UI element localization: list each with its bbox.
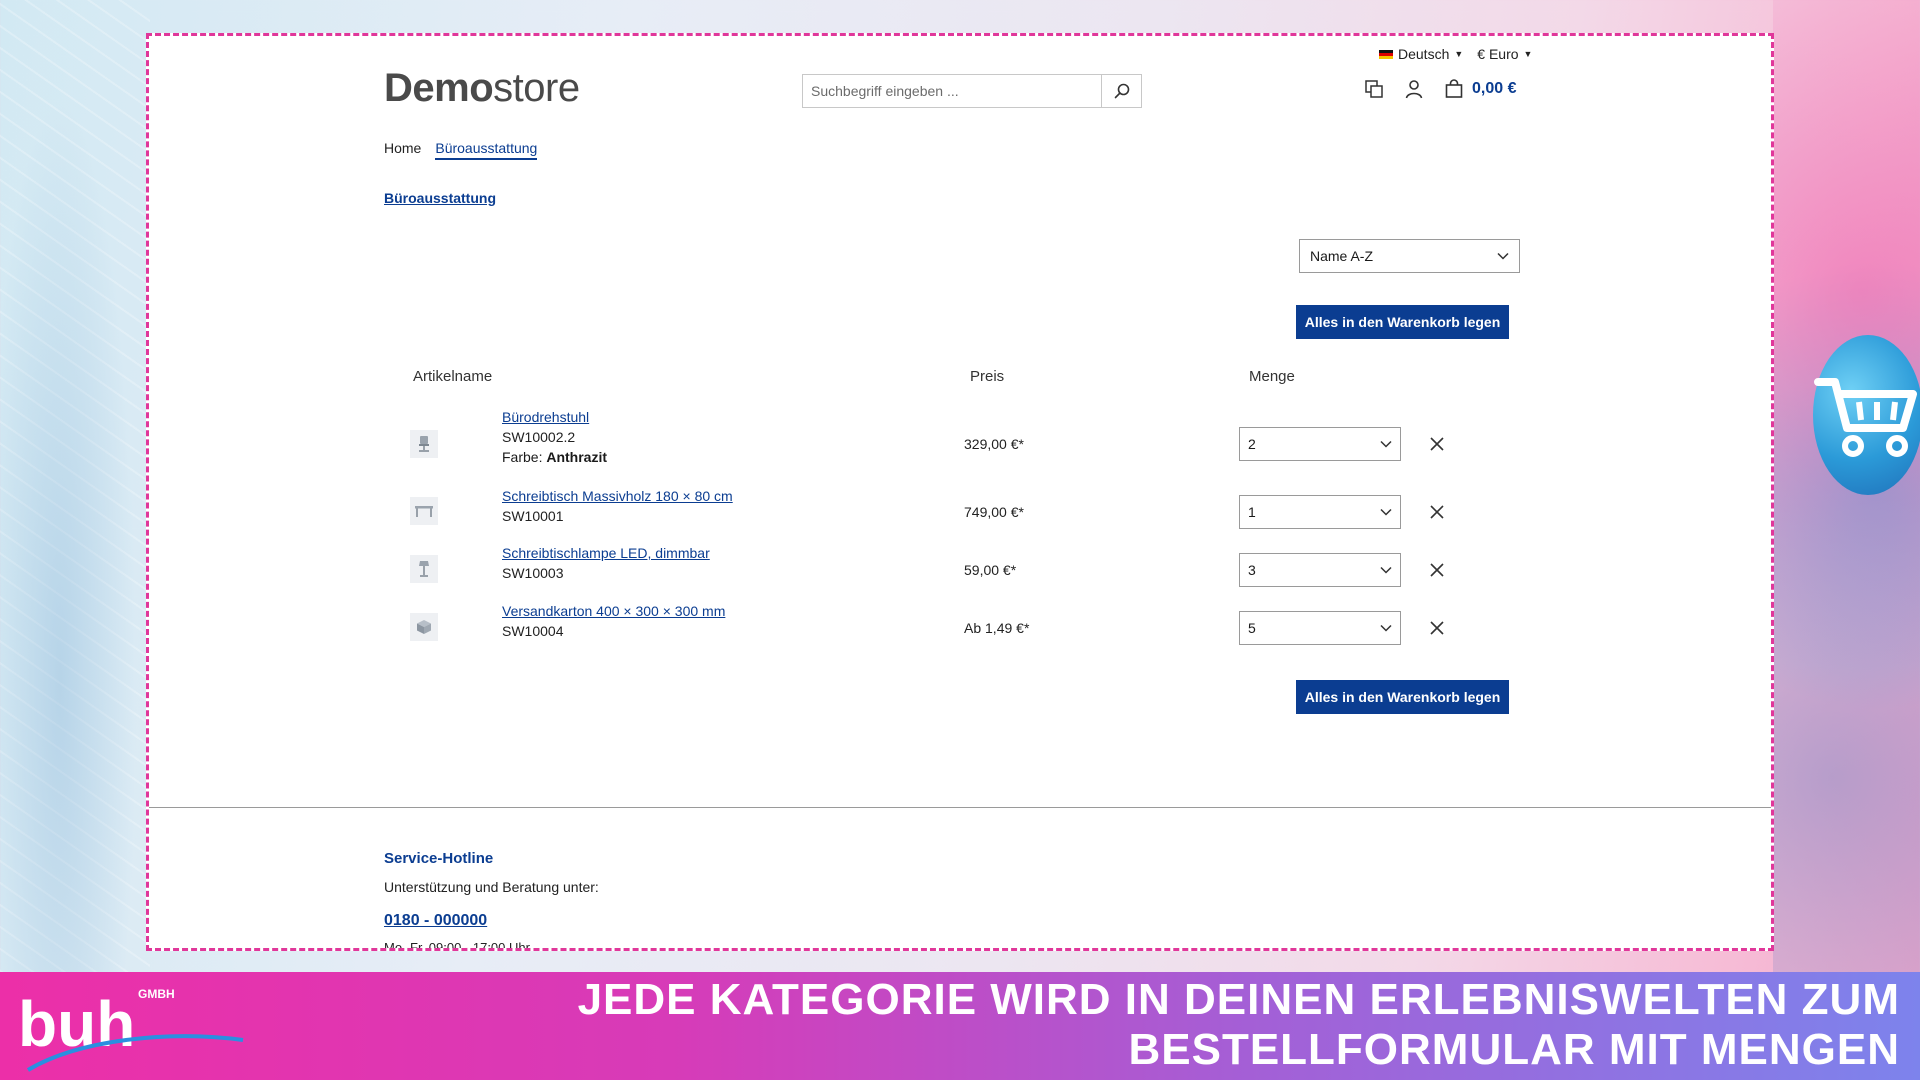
chevron-down-icon — [1380, 440, 1392, 448]
quantity-value: 3 — [1248, 562, 1256, 578]
chevron-down-icon — [1380, 508, 1392, 516]
product-sku: SW10003 — [502, 565, 564, 581]
product-thumbnail[interactable] — [410, 555, 438, 583]
footer-hotline-title: Service-Hotline — [384, 850, 494, 867]
search-icon — [1114, 83, 1129, 99]
compare-button[interactable] — [1364, 79, 1384, 99]
variant-value: Anthrazit — [546, 449, 608, 465]
product-price: 329,00 €* — [964, 436, 1024, 452]
close-icon — [1430, 621, 1444, 635]
header-actions: 0,00 € — [1364, 79, 1516, 99]
add-all-to-cart-button-bottom[interactable]: Alles in den Warenkorb legen — [1296, 680, 1509, 714]
quantity-select[interactable]: 3 — [1239, 553, 1401, 587]
product-thumbnail[interactable] — [410, 613, 438, 641]
remove-item-button[interactable] — [1427, 502, 1447, 522]
search-bar — [802, 74, 1142, 108]
lamp-icon — [419, 561, 429, 577]
compare-icon — [1365, 80, 1383, 98]
cart-button[interactable]: 0,00 € — [1444, 79, 1516, 99]
sort-selected-value: Name A-Z — [1310, 248, 1374, 264]
box-icon — [417, 620, 431, 634]
product-price: 749,00 €* — [964, 504, 1024, 520]
chevron-down-icon — [1380, 624, 1392, 632]
product-thumbnail[interactable] — [410, 497, 438, 525]
sort-select[interactable]: Name A-Z — [1299, 239, 1520, 273]
caret-down-icon: ▼ — [1454, 49, 1464, 59]
buh-logo: buh GMBH — [18, 987, 244, 1072]
user-icon — [1405, 80, 1423, 99]
banner-headline: JEDE KATEGORIE WIRD IN DEINEN ERLEBNISWE… — [480, 975, 1900, 1075]
language-switcher[interactable]: Deutsch ▼ — [1379, 46, 1463, 62]
caret-down-icon: ▼ — [1523, 49, 1533, 59]
remove-item-button[interactable] — [1427, 560, 1447, 580]
variant-label: Farbe: — [502, 449, 543, 465]
shop-page: Deutsch ▼ € Euro ▼ Demostore Suchbegriff… — [149, 36, 1771, 948]
nav-item-bueroausstattung[interactable]: Büroausstattung — [435, 140, 538, 160]
shopping-cart-icon — [1813, 378, 1917, 457]
shopping-bag-icon — [1445, 79, 1463, 98]
footer-opening-hours: Mo.-Fr. 09:00 - 17:00 Uhr — [384, 940, 530, 951]
german-flag-icon — [1379, 49, 1393, 59]
footer-divider — [149, 807, 1771, 808]
product-sku: SW10001 — [502, 508, 564, 524]
quantity-select[interactable]: 2 — [1239, 427, 1401, 461]
add-all-to-cart-button-top[interactable]: Alles in den Warenkorb legen — [1296, 305, 1509, 339]
logo-light-text: store — [493, 66, 580, 110]
product-sku: SW10002.2 — [502, 429, 576, 445]
close-icon — [1430, 437, 1444, 451]
decorative-cart-illustration — [1775, 335, 1920, 495]
screenshot-frame: Deutsch ▼ € Euro ▼ Demostore Suchbegriff… — [146, 33, 1774, 951]
product-thumbnail[interactable] — [410, 430, 438, 458]
currency-label: € Euro — [1477, 46, 1519, 62]
product-name-link[interactable]: Schreibtisch Massivholz 180 × 80 cm — [502, 486, 733, 506]
brand-suffix: GMBH — [138, 987, 175, 1001]
footer-hotline-text: Unterstützung und Beratung unter: — [384, 879, 599, 895]
account-button[interactable] — [1404, 79, 1424, 99]
product-name-link[interactable]: Bürodrehstuhl — [502, 407, 607, 427]
search-input[interactable] — [803, 75, 1101, 107]
column-header-name: Artikelname — [413, 368, 493, 385]
logo-bold-text: Demo — [384, 66, 494, 110]
quantity-value: 5 — [1248, 620, 1256, 636]
close-icon — [1430, 563, 1444, 577]
column-header-quantity: Menge — [1249, 368, 1295, 385]
quantity-value: 2 — [1248, 436, 1256, 452]
currency-switcher[interactable]: € Euro ▼ — [1477, 46, 1532, 62]
product-name-link[interactable]: Versandkarton 400 × 300 × 300 mm — [502, 601, 725, 621]
product-variant: Farbe: Anthrazit — [502, 449, 607, 465]
top-bar: Deutsch ▼ € Euro ▼ — [1379, 46, 1532, 62]
category-breadcrumb[interactable]: Büroausstattung — [384, 190, 496, 206]
product-sku: SW10004 — [502, 623, 564, 639]
footer-phone-link[interactable]: 0180 - 000000 — [384, 912, 487, 930]
store-logo[interactable]: Demostore — [384, 66, 580, 111]
desk-icon — [415, 506, 433, 517]
main-navigation: Home Büroausstattung — [384, 140, 538, 160]
product-price: 59,00 €* — [964, 562, 1017, 578]
language-label: Deutsch — [1398, 46, 1450, 62]
banner-line-2: BESTELLFORMULAR MIT MENGEN — [1128, 1025, 1900, 1074]
banner-line-1: JEDE KATEGORIE WIRD IN DEINEN ERLEBNISWE… — [577, 975, 1900, 1024]
cart-total: 0,00 € — [1472, 80, 1517, 97]
product-price: Ab 1,49 €* — [964, 620, 1030, 636]
close-icon — [1430, 505, 1444, 519]
background-decoration-left — [0, 0, 150, 972]
remove-item-button[interactable] — [1427, 434, 1447, 454]
remove-item-button[interactable] — [1427, 618, 1447, 638]
column-header-price: Preis — [970, 368, 1005, 385]
chevron-down-icon — [1497, 252, 1509, 260]
chevron-down-icon — [1380, 566, 1392, 574]
search-button[interactable] — [1101, 75, 1141, 107]
quantity-select[interactable]: 5 — [1239, 611, 1401, 645]
office-chair-icon — [419, 436, 429, 452]
product-name-link[interactable]: Schreibtischlampe LED, dimmbar — [502, 543, 710, 563]
quantity-select[interactable]: 1 — [1239, 495, 1401, 529]
quantity-value: 1 — [1248, 504, 1256, 520]
nav-item-home[interactable]: Home — [384, 140, 421, 160]
